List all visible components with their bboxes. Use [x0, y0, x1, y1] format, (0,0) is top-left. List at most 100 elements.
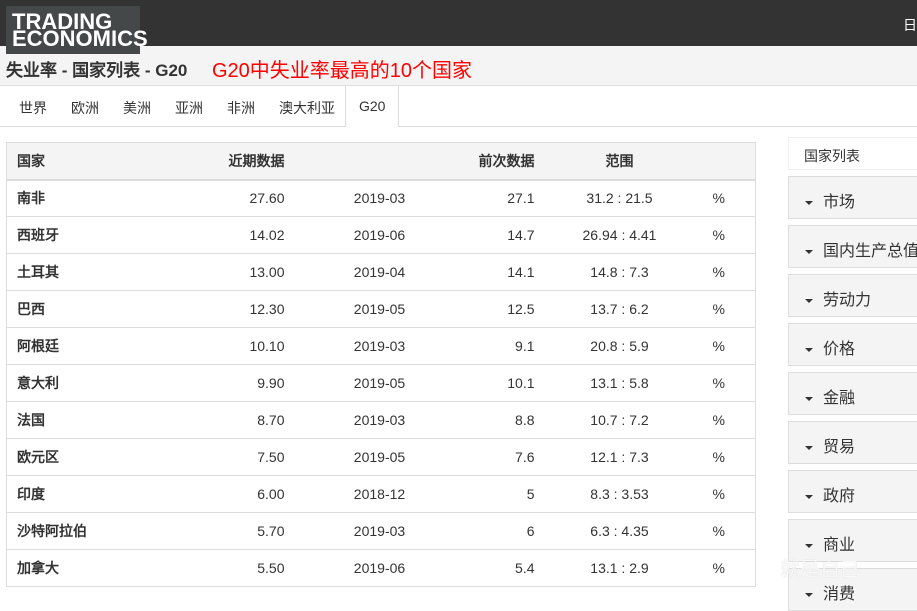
sidebar-item-label: 劳动力 [823, 292, 872, 309]
sidebar-item[interactable]: 金融 [788, 372, 917, 415]
previous-value: 5.4 [474, 549, 535, 587]
sidebar-item-label: 商业 [823, 537, 856, 554]
country-name[interactable]: 阿根廷 [6, 327, 127, 365]
country-name[interactable]: 加拿大 [6, 549, 127, 587]
latest-value: 10.10 [126, 327, 285, 365]
latest-value: 8.70 [126, 401, 285, 439]
range: 26.94 : 4.41 [534, 216, 705, 254]
sidebar-item-label: 贸易 [823, 439, 856, 456]
reference-date: 2019-03 [284, 179, 475, 217]
tab-australia[interactable]: 澳大利亚 [279, 98, 335, 118]
caret-down-icon [805, 592, 813, 597]
range: 6.3 : 4.35 [534, 512, 705, 550]
latest-value: 12.30 [126, 290, 285, 328]
sidebar-item-label: 价格 [823, 341, 856, 358]
sidebar-item[interactable]: 市场 [788, 176, 917, 219]
sidebar-item-label: 政府 [823, 488, 856, 505]
country-name[interactable]: 欧元区 [6, 438, 127, 476]
range: 14.8 : 7.3 [534, 253, 705, 291]
tab-g20[interactable]: G20 [345, 86, 400, 127]
unemployment-table: 国家 近期数据 前次数据 范围 南非 27.60 2019-03 27.1 31.2 :… [6, 142, 756, 587]
range: 10.7 : 7.2 [534, 401, 705, 439]
table-row[interactable]: 加拿大 5.50 2019-06 5.4 13.1 : 2.9% [6, 549, 756, 587]
country-name[interactable]: 印度 [6, 475, 127, 513]
previous-value: 9.1 [474, 327, 535, 365]
unit: % [704, 290, 756, 328]
col-range[interactable]: 范围 [534, 142, 705, 181]
previous-value: 10.1 [474, 364, 535, 402]
tab-world[interactable]: 世界 [19, 98, 47, 118]
sidebar-header[interactable]: 国家列表 [788, 137, 917, 170]
unit: % [704, 327, 756, 365]
unit: % [704, 253, 756, 291]
reference-date: 2019-03 [284, 327, 475, 365]
sidebar-item[interactable]: 劳动力 [788, 274, 917, 317]
caret-down-icon [805, 543, 813, 548]
caret-down-icon [805, 494, 813, 499]
range: 12.1 : 7.3 [534, 438, 705, 476]
latest-value: 5.50 [126, 549, 285, 587]
country-name[interactable]: 意大利 [6, 364, 127, 402]
range: 13.1 : 5.8 [534, 364, 705, 402]
previous-value: 8.8 [474, 401, 535, 439]
sidebar-item[interactable]: 贸易 [788, 421, 917, 464]
country-name[interactable]: 土耳其 [6, 253, 127, 291]
col-previous[interactable]: 前次数据 [474, 142, 535, 181]
latest-value: 6.00 [126, 475, 285, 513]
previous-value: 14.1 [474, 253, 535, 291]
sidebar-item[interactable]: 价格 [788, 323, 917, 366]
top-right-text[interactable]: 日 [903, 15, 917, 35]
tab-asia[interactable]: 亚洲 [175, 98, 203, 118]
previous-value: 6 [474, 512, 535, 550]
caret-down-icon [805, 445, 813, 450]
table-row[interactable]: 法国 8.70 2019-03 8.8 10.7 : 7.2% [6, 401, 756, 439]
col-date [284, 142, 475, 181]
sidebar-item-label: 金融 [823, 390, 856, 407]
country-name[interactable]: 南非 [6, 179, 127, 217]
caret-down-icon [805, 200, 813, 205]
table-row[interactable]: 西班牙 14.02 2019-06 14.7 26.94 : 4.41% [6, 216, 756, 254]
range: 8.3 : 3.53 [534, 475, 705, 513]
unit: % [704, 364, 756, 402]
country-name[interactable]: 沙特阿拉伯 [6, 512, 127, 550]
sidebar-item-label: 消费 [823, 586, 856, 603]
col-latest[interactable]: 近期数据 [126, 142, 285, 181]
unit: % [704, 179, 756, 217]
tab-africa[interactable]: 非洲 [227, 98, 255, 118]
latest-value: 9.90 [126, 364, 285, 402]
tab-europe[interactable]: 欧洲 [71, 98, 99, 118]
unit: % [704, 512, 756, 550]
logo[interactable]: TRADING ECONOMICS [6, 6, 148, 54]
sidebar-item[interactable]: 国内生产总值 [788, 225, 917, 268]
unit: % [704, 401, 756, 439]
table-row[interactable]: 意大利 9.90 2019-05 10.1 13.1 : 5.8% [6, 364, 756, 402]
latest-value: 5.70 [126, 512, 285, 550]
country-name[interactable]: 巴西 [6, 290, 127, 328]
table-row[interactable]: 欧元区 7.50 2019-05 7.6 12.1 : 7.3% [6, 438, 756, 476]
table-row[interactable]: 印度 6.00 2018-12 5 8.3 : 3.53% [6, 475, 756, 513]
tab-america[interactable]: 美洲 [123, 98, 151, 118]
latest-value: 13.00 [126, 253, 285, 291]
unit: % [704, 438, 756, 476]
watermark: 就是自己 [780, 559, 860, 581]
table-row[interactable]: 土耳其 13.00 2019-04 14.1 14.8 : 7.3% [6, 253, 756, 291]
unit: % [704, 475, 756, 513]
country-name[interactable]: 法国 [6, 401, 127, 439]
table-header-row: 国家 近期数据 前次数据 范围 [6, 142, 756, 181]
country-name[interactable]: 西班牙 [6, 216, 127, 254]
range: 13.7 : 6.2 [534, 290, 705, 328]
sidebar-item-label: 市场 [823, 194, 856, 211]
table-row[interactable]: 阿根廷 10.10 2019-03 9.1 20.8 : 5.9% [6, 327, 756, 365]
latest-value: 27.60 [126, 179, 285, 217]
table-row[interactable]: 巴西 12.30 2019-05 12.5 13.7 : 6.2% [6, 290, 756, 328]
table-row[interactable]: 沙特阿拉伯 5.70 2019-03 6 6.3 : 4.35% [6, 512, 756, 550]
reference-date: 2018-12 [284, 475, 475, 513]
col-country[interactable]: 国家 [6, 142, 127, 181]
table-row[interactable]: 南非 27.60 2019-03 27.1 31.2 : 21.5% [6, 179, 756, 217]
previous-value: 27.1 [474, 179, 535, 217]
sidebar-item[interactable]: 政府 [788, 470, 917, 513]
reference-date: 2019-05 [284, 290, 475, 328]
range: 13.1 : 2.9 [534, 549, 705, 587]
latest-value: 14.02 [126, 216, 285, 254]
reference-date: 2019-06 [284, 216, 475, 254]
